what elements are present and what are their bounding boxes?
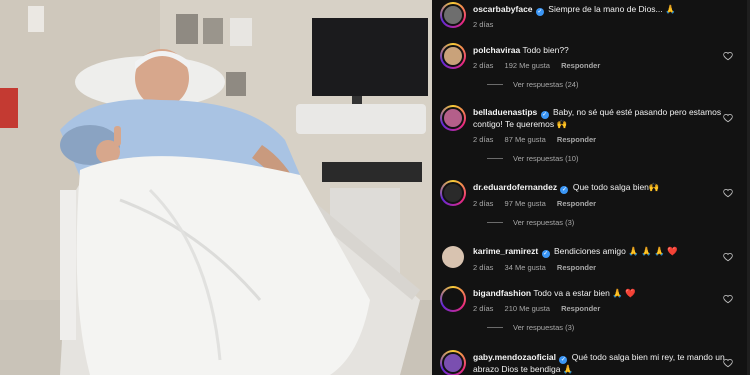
like-heart-icon[interactable] (723, 252, 733, 262)
commenter-username[interactable]: gaby.mendozaoficial (473, 352, 556, 362)
commenter-username[interactable]: polchaviraa (473, 45, 520, 55)
comment-age: 2 días (473, 304, 494, 313)
hospital-photo-illustration (0, 0, 432, 375)
reply-button[interactable]: Responder (557, 135, 596, 144)
comment-likes[interactable]: 192 Me gusta (505, 61, 550, 70)
post-photo (0, 0, 432, 375)
comment-likes[interactable]: 210 Me gusta (505, 304, 550, 313)
comments-panel: oscarbabyface ✓ Siempre de la mano de Di… (432, 0, 750, 375)
verified-badge-icon: ✓ (541, 250, 550, 258)
view-replies-link[interactable]: Ver respuestas (3) (487, 323, 742, 332)
commenter-avatar[interactable] (440, 180, 466, 206)
comment-text: Bendiciones amigo 🙏 🙏 🙏 ❤️ (553, 246, 678, 256)
like-heart-icon[interactable] (723, 51, 733, 61)
reply-button[interactable]: Responder (561, 61, 600, 70)
comment-text: Que todo salga bien🙌 (572, 182, 660, 192)
comment-likes[interactable]: 34 Me gusta (505, 263, 546, 272)
commenter-username[interactable]: belladuenastips (473, 107, 537, 117)
commenter-username[interactable]: karime_ramirezt (473, 246, 538, 256)
comment-item: bigandfashion Todo va a estar bien 🙏 ❤️ … (440, 286, 742, 332)
commenter-username[interactable]: dr.eduardofernandez (473, 182, 557, 192)
comment-text: Todo bien?? (522, 45, 569, 55)
like-heart-icon[interactable] (723, 358, 733, 368)
post-caption: oscarbabyface ✓ Siempre de la mano de Di… (440, 2, 742, 30)
reply-button[interactable]: Responder (557, 263, 596, 272)
author-username[interactable]: oscarbabyface (473, 4, 533, 14)
commenter-avatar[interactable] (442, 246, 464, 268)
commenter-username[interactable]: bigandfashion (473, 288, 531, 298)
like-heart-icon[interactable] (723, 188, 733, 198)
reply-button[interactable]: Responder (557, 199, 596, 208)
instagram-post-view: oscarbabyface ✓ Siempre de la mano de Di… (0, 0, 750, 375)
view-replies-link[interactable]: Ver respuestas (24) (487, 80, 742, 89)
caption-text: Siempre de la mano de Dios... 🙏 (548, 4, 676, 14)
comment-item: karime_ramirezt ✓ Bendiciones amigo 🙏 🙏 … (442, 246, 742, 273)
comment-age: 2 días (473, 263, 494, 272)
view-replies-link[interactable]: Ver respuestas (3) (487, 218, 742, 227)
verified-badge-icon: ✓ (540, 111, 549, 119)
comment-age: 2 días (473, 61, 494, 70)
reply-button[interactable]: Responder (561, 304, 600, 313)
like-heart-icon[interactable] (723, 294, 733, 304)
comment-age: 2 días (473, 199, 494, 208)
comment-likes[interactable]: 87 Me gusta (505, 135, 546, 144)
like-heart-icon[interactable] (723, 113, 733, 123)
comment-text: Todo va a estar bien 🙏 ❤️ (533, 288, 636, 298)
comment-item: polchaviraa Todo bien?? 2 días 192 Me gu… (440, 43, 742, 89)
commenter-avatar[interactable] (440, 286, 466, 312)
commenter-avatar[interactable] (440, 350, 466, 375)
verified-badge-icon: ✓ (535, 8, 544, 16)
comment-item: gaby.mendozaoficial ✓ Qué todo salga bie… (440, 350, 742, 375)
comment-likes[interactable]: 97 Me gusta (505, 199, 546, 208)
view-replies-link[interactable]: Ver respuestas (10) (487, 154, 742, 163)
author-avatar[interactable] (440, 2, 466, 28)
caption-age: 2 días (473, 20, 494, 29)
comment-item: belladuenastips ✓ Baby, no sé qué esté p… (440, 105, 742, 163)
commenter-avatar[interactable] (440, 43, 466, 69)
verified-badge-icon: ✓ (560, 186, 569, 194)
verified-badge-icon: ✓ (559, 356, 568, 364)
comment-age: 2 días (473, 135, 494, 144)
comment-item: dr.eduardofernandez ✓ Que todo salga bie… (440, 180, 742, 227)
commenter-avatar[interactable] (440, 105, 466, 131)
